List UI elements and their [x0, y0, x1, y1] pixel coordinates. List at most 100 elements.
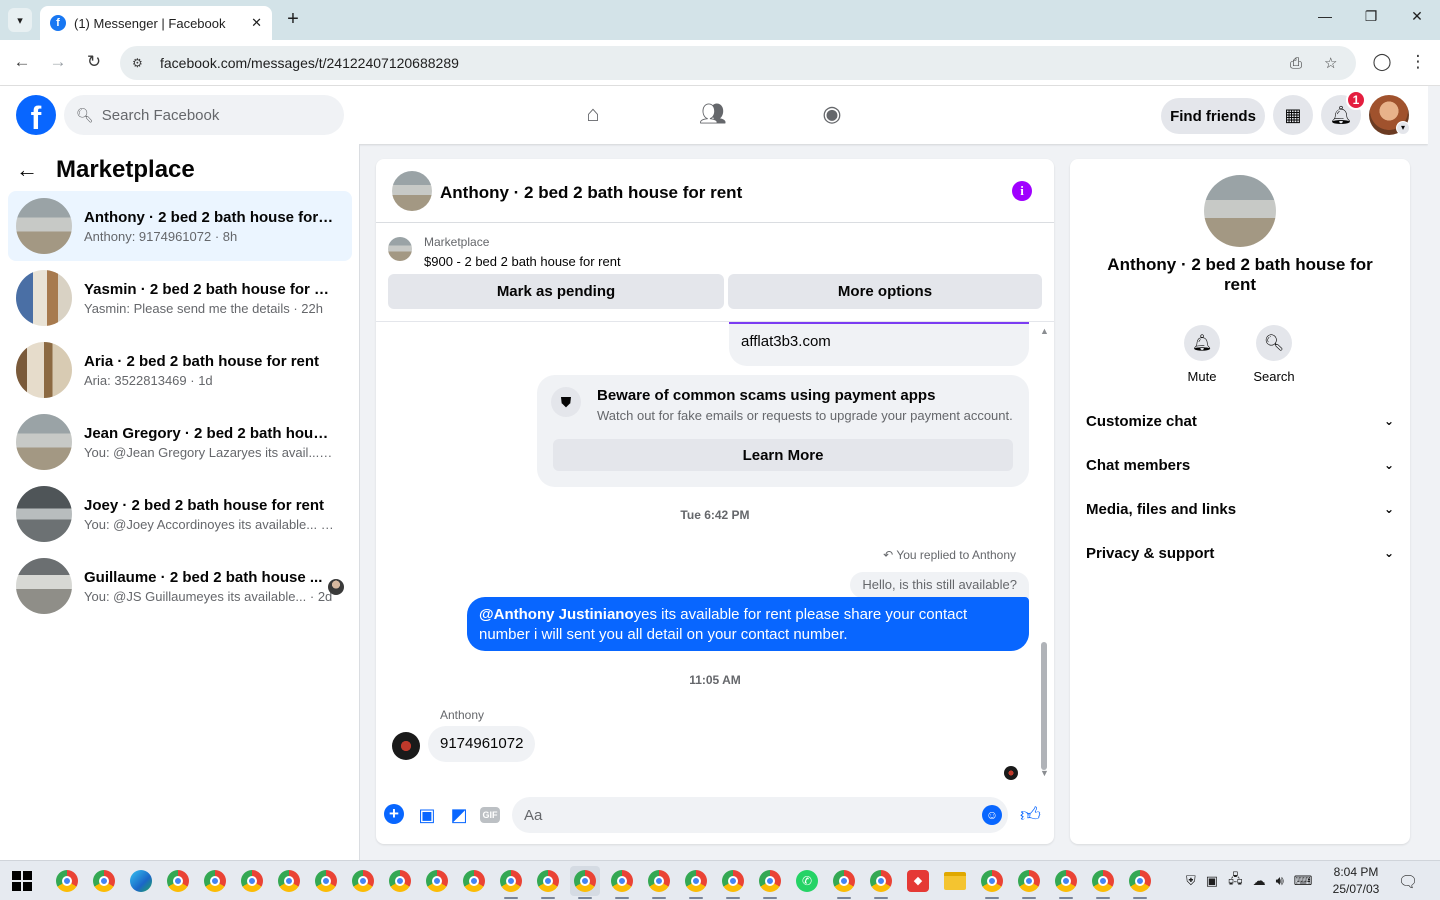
gif-icon[interactable]: GIF — [480, 807, 500, 823]
new-tab-button[interactable]: + — [283, 8, 303, 32]
home-icon[interactable]: ⌂ — [579, 100, 607, 128]
search-in-chat-button[interactable]: 🔍︎ Search — [1244, 325, 1304, 384]
attach-photo-icon[interactable]: ▣ — [416, 804, 438, 826]
minimize-icon[interactable]: — — [1310, 8, 1340, 24]
chrome-taskbar-icon[interactable] — [977, 866, 1007, 899]
chrome-taskbar-icon[interactable] — [89, 866, 119, 896]
notification-center-icon[interactable]: 🗨︎ — [1398, 872, 1418, 892]
emoji-icon[interactable]: ☺ — [982, 805, 1002, 825]
chrome-taskbar-icon[interactable] — [385, 866, 415, 896]
chrome-taskbar-icon[interactable] — [459, 866, 489, 896]
taskbar-clock[interactable]: 8:04 PM 25/07/03 — [1328, 864, 1384, 898]
find-friends-button[interactable]: Find friends — [1161, 98, 1265, 134]
chrome-taskbar-icon[interactable] — [1051, 866, 1081, 899]
sent-message-bubble[interactable]: @Anthony Justinianoyes its available for… — [467, 597, 1029, 651]
forward-icon[interactable]: → — [48, 52, 68, 72]
account-chevron-down-icon[interactable]: ▾ — [1396, 121, 1410, 135]
close-tab-icon[interactable]: ✕ — [251, 15, 262, 31]
more-options-button[interactable]: More options — [728, 274, 1042, 309]
app-tray-icon[interactable]: ▣ — [1206, 873, 1218, 889]
customize-chat-section[interactable]: Customize chat ⌄ — [1078, 401, 1402, 441]
chrome-taskbar-icon[interactable] — [755, 866, 785, 899]
volume-icon[interactable]: 🔊︎ — [1276, 873, 1284, 889]
received-message-bubble[interactable]: 9174961072 — [428, 726, 536, 762]
network-icon[interactable]: 🖧︎ — [1228, 870, 1243, 892]
edge-taskbar-icon[interactable] — [126, 866, 156, 896]
facebook-logo-icon[interactable]: f — [16, 95, 56, 135]
scroll-up-arrow-icon[interactable]: ▲ — [1040, 326, 1049, 336]
info-icon[interactable]: i — [1012, 181, 1032, 201]
security-icon[interactable]: ⛨ — [1186, 873, 1196, 889]
chrome-taskbar-icon[interactable] — [237, 866, 267, 896]
browser-menu-icon[interactable]: ⋮ — [1408, 52, 1428, 72]
mute-button[interactable]: 🔔︎ Mute — [1172, 325, 1232, 384]
mark-as-pending-button[interactable]: Mark as pending — [388, 274, 724, 309]
chrome-taskbar-icon[interactable] — [829, 866, 859, 899]
thumbs-up-icon[interactable]: 👍︎ — [1020, 803, 1041, 827]
input-icon[interactable]: ⌨ — [1294, 873, 1313, 889]
message-input-box[interactable]: ☺ — [512, 797, 1008, 833]
chrome-taskbar-icon[interactable] — [422, 866, 452, 896]
chrome-taskbar-icon[interactable] — [274, 866, 304, 896]
chrome-taskbar-icon[interactable] — [200, 866, 230, 896]
file-explorer-taskbar-icon[interactable] — [940, 866, 970, 896]
anydesk-taskbar-icon[interactable]: ◆ — [903, 866, 933, 896]
conversation-item[interactable]: Joey · 2 bed 2 bath house for rent You: … — [8, 479, 352, 549]
back-icon[interactable]: ← — [12, 52, 32, 72]
chrome-taskbar-icon[interactable] — [163, 866, 193, 896]
privacy-support-section[interactable]: Privacy & support ⌄ — [1078, 533, 1402, 573]
search-icon[interactable]: 🔍︎ — [1256, 325, 1292, 361]
back-arrow-icon[interactable]: ← — [16, 157, 40, 183]
menu-grid-icon[interactable]: ▦ — [1273, 95, 1313, 135]
browser-tab[interactable]: f (1) Messenger | Facebook ✕ — [40, 6, 272, 40]
message-input[interactable] — [524, 806, 964, 824]
chat-avatar[interactable] — [392, 171, 432, 211]
chrome-taskbar-icon[interactable] — [570, 866, 600, 899]
scroll-down-arrow-icon[interactable]: ▼ — [1040, 768, 1049, 778]
quoted-message[interactable]: Hello, is this still available? — [850, 572, 1029, 598]
maximize-icon[interactable]: ❐ — [1356, 8, 1386, 25]
groups-icon[interactable]: ◉ — [818, 100, 846, 128]
chat-members-section[interactable]: Chat members ⌄ — [1078, 445, 1402, 485]
conversation-item[interactable]: Anthony · 2 bed 2 bath house for r... An… — [8, 191, 352, 261]
chrome-taskbar-icon[interactable] — [348, 866, 378, 896]
chrome-taskbar-icon[interactable] — [681, 866, 711, 899]
sender-avatar[interactable] — [392, 732, 420, 760]
conversation-item[interactable]: Guillaume · 2 bed 2 bath house ... You: … — [8, 551, 352, 621]
media-files-links-section[interactable]: Media, files and links ⌄ — [1078, 489, 1402, 529]
chrome-taskbar-icon[interactable] — [607, 866, 637, 899]
conversation-item[interactable]: Aria · 2 bed 2 bath house for rent Aria:… — [8, 335, 352, 405]
chrome-taskbar-icon[interactable] — [718, 866, 748, 899]
site-info-icon[interactable]: ⚙ — [132, 56, 148, 70]
whatsapp-taskbar-icon[interactable]: ✆ — [792, 866, 822, 896]
profile-icon[interactable]: ◯ — [1372, 52, 1392, 72]
chrome-taskbar-icon[interactable] — [1088, 866, 1118, 899]
mention[interactable]: @Anthony Justiniano — [479, 606, 634, 623]
marketplace-listing-row[interactable]: Marketplace $900 - 2 bed 2 bath house fo… — [388, 235, 621, 269]
windows-start-icon[interactable] — [12, 871, 32, 891]
learn-more-button[interactable]: Learn More — [553, 439, 1013, 471]
conversation-item[interactable]: Yasmin · 2 bed 2 bath house for rent Yas… — [8, 263, 352, 333]
conversation-item[interactable]: Jean Gregory · 2 bed 2 bath house... You… — [8, 407, 352, 477]
tab-search-button[interactable]: ▾ — [8, 8, 32, 32]
chrome-taskbar-icon[interactable] — [1014, 866, 1044, 899]
chrome-taskbar-icon[interactable] — [1125, 866, 1155, 899]
plus-icon[interactable]: + — [384, 804, 404, 824]
scrollbar-thumb[interactable] — [1041, 642, 1047, 770]
facebook-search-input[interactable] — [101, 106, 322, 124]
chrome-taskbar-icon[interactable] — [496, 866, 526, 899]
install-app-icon[interactable]: ⎙ — [1290, 46, 1302, 80]
details-avatar[interactable] — [1204, 175, 1276, 247]
url-bar[interactable]: ⚙ facebook.com/messages/t/24122407120688… — [120, 46, 1356, 80]
message-bubble[interactable]: afflat3b3.com — [729, 322, 1029, 366]
chrome-taskbar-icon[interactable] — [52, 866, 82, 896]
chat-title[interactable]: Anthony · 2 bed 2 bath house for rent — [440, 183, 742, 203]
chrome-taskbar-icon[interactable] — [311, 866, 341, 896]
friends-icon[interactable]: 👥︎ — [699, 100, 727, 128]
reload-icon[interactable]: ↻ — [84, 52, 104, 72]
page-scrollbar[interactable] — [1428, 86, 1440, 860]
chrome-taskbar-icon[interactable] — [644, 866, 674, 899]
chat-scrollbar[interactable]: ▲ ▼ — [1040, 326, 1049, 778]
bell-icon[interactable]: 🔔︎ — [1184, 325, 1220, 361]
facebook-search-box[interactable]: 🔍︎ — [64, 95, 344, 135]
